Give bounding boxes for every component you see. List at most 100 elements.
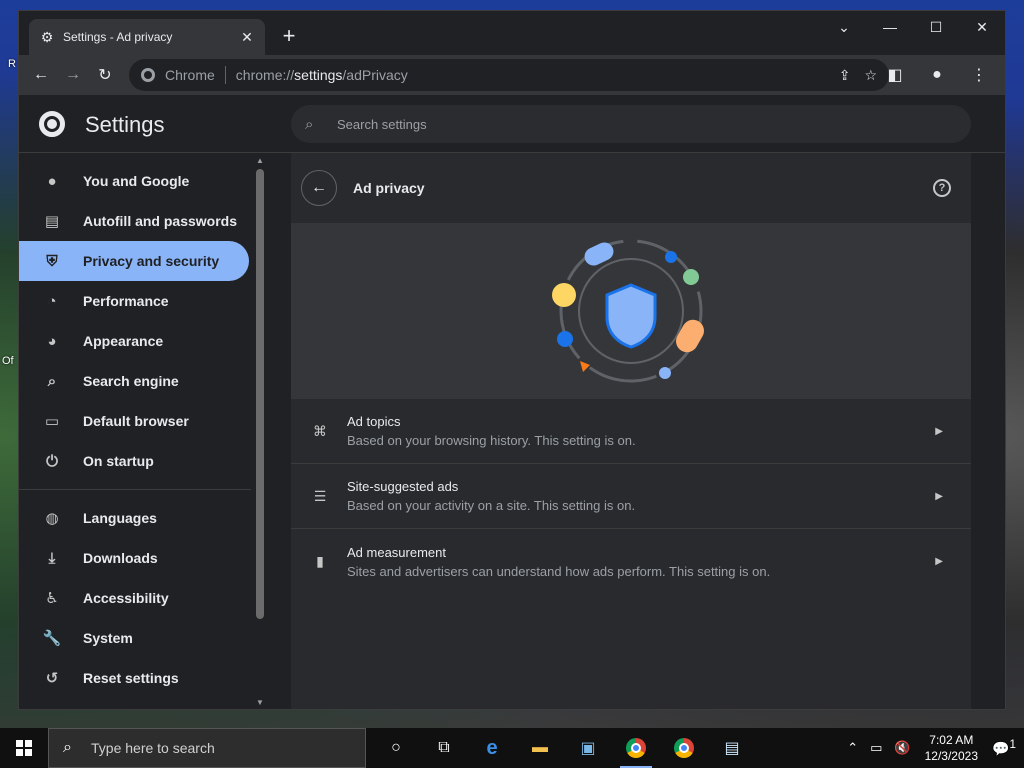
row-title: Ad measurement [347,544,446,560]
sidebar-item-privacy-and-security[interactable]: ⛨ Privacy and security [19,241,249,281]
row-text: Site-suggested ads Based on your activity… [347,479,935,513]
sidebar-item-label: Downloads [83,550,158,566]
chevron-right-icon: ▶ [935,425,943,437]
row-title: Site-suggested ads [347,479,459,494]
back-button[interactable]: ← [27,61,55,89]
task-view-icon[interactable]: ⧉ [420,728,468,768]
cortana-icon[interactable]: ○ [372,728,420,768]
site-info-chip[interactable]: Chrome [141,67,215,83]
sidebar-item-label: Search engine [83,373,179,389]
omnibox-divider [224,66,226,84]
maximize-button[interactable]: ☐ [913,11,959,43]
chevron-right-icon: ▶ [935,490,943,502]
sidebar-item-accessibility[interactable]: ♿ Accessibility [19,578,249,618]
menu-icon[interactable]: ⋮ [965,61,993,89]
power-icon: ⏻ [46,452,58,470]
sidebar-item-you-and-google[interactable]: ● You and Google [19,161,249,201]
network-icon[interactable]: ▭ [870,740,882,756]
sidebar-item-label: System [83,630,133,646]
url-text: chrome://settings/adPrivacy [235,67,408,83]
reload-button[interactable]: ↻ [91,61,119,89]
address-bar[interactable]: Chrome chrome://settings/adPrivacy ⇪ ☆ [129,59,889,91]
close-button[interactable]: ✕ [959,11,1005,43]
scroll-down-arrow-icon[interactable]: ▼ [256,699,264,707]
palette-icon: ◕ [47,332,57,350]
control-panel-icon[interactable]: ▣ [564,728,612,768]
minimize-button[interactable]: — [867,11,913,43]
clock-date: 12/3/2023 [924,749,978,763]
chrome-icon [626,738,646,758]
title-bar: ⚙ Settings - Ad privacy ✕ + ⌄ — ☐ ✕ [19,11,1005,55]
setting-row-ad-measurement[interactable]: ▮ Ad measurement Sites and advertisers can… [291,529,971,594]
search-icon: ⌕ [305,115,314,133]
sidebar-item-performance[interactable]: ◔ Performance [19,281,249,321]
checklist-icon: ☰ [313,487,327,504]
sidebar-item-label: Default browser [83,413,189,429]
chrome-taskbar-icon[interactable] [612,728,660,768]
sidebar-item-downloads[interactable]: ⤓ Downloads [19,538,249,578]
bookmark-star-icon[interactable]: ☆ [864,67,877,84]
toolbar-actions: ◧ ● ⋮ [881,61,997,89]
back-arrow-button[interactable]: ← [301,170,337,206]
sidebar-item-default-browser[interactable]: ▭ Default browser [19,401,249,441]
volume-muted-icon[interactable]: 🔇 [894,740,910,756]
shield-orbit-illustration [552,239,704,383]
bar-chart-icon: ▮ [316,553,324,569]
notification-icon[interactable]: 💬1 [992,738,1016,758]
notepad-icon[interactable]: ▤ [708,728,756,768]
ad-privacy-illustration [291,223,971,399]
chrome-icon [141,68,155,82]
sidebar-item-autofill-and-passwords[interactable]: ▤ Autofill and passwords [19,201,249,241]
sidebar-item-label: Languages [83,510,157,526]
search-icon: ⌕ [63,739,72,756]
panel-title: Ad privacy [353,180,425,196]
help-icon[interactable]: ? [933,179,951,197]
search-settings-field[interactable]: ⌕ Search settings [291,105,971,143]
sidebar-item-languages[interactable]: ◍ Languages [19,498,249,538]
window-controls: ⌄ — ☐ ✕ [821,11,1005,43]
setting-row-site-suggested-ads[interactable]: ☰ Site-suggested ads Based on your activit… [291,464,971,529]
topics-icon: ⌘ [313,422,327,439]
chrome-taskbar-icon[interactable] [660,728,708,768]
edge-icon[interactable]: e [468,728,516,768]
setting-row-ad-topics[interactable]: ⌘ Ad topics Based on your browsing history… [291,399,971,464]
ad-privacy-panel: ← Ad privacy ? ⌘ Ad topics Based on your… [291,153,971,709]
sidebar-item-appearance[interactable]: ◕ Appearance [19,321,249,361]
start-button[interactable] [0,728,48,768]
share-icon[interactable]: ⇪ [839,67,851,84]
tab-close-icon[interactable]: ✕ [239,29,255,45]
globe-icon: ◍ [45,510,59,527]
sidebar-item-on-startup[interactable]: ⏻ On startup [19,441,249,481]
sidebar-item-reset-settings[interactable]: ↺ Reset settings [19,658,249,698]
wrench-icon: 🔧 [42,630,62,647]
browser-icon: ▭ [44,413,60,430]
taskbar-search-placeholder: Type here to search [91,740,215,756]
scroll-up-arrow-icon[interactable]: ▲ [256,157,264,165]
sidebar-item-label: Reset settings [83,670,179,686]
profile-icon[interactable]: ● [923,61,951,89]
file-explorer-icon[interactable]: ▬ [516,728,564,768]
page-title: Settings [85,112,165,137]
chevron-up-icon[interactable]: ⌃ [847,740,858,756]
search-icon: ⌕ [47,372,57,390]
speedometer-icon: ◔ [47,292,57,310]
sidebar-item-label: Appearance [83,333,164,349]
tab-title: Settings - Ad privacy [63,30,173,44]
tab-settings[interactable]: ⚙ Settings - Ad privacy ✕ [29,19,265,55]
side-panel-icon[interactable]: ◧ [881,61,909,89]
tab-search-chevron-icon[interactable]: ⌄ [821,11,867,43]
sidebar-item-system[interactable]: 🔧 System [19,618,249,658]
clock-time: 7:02 AM [929,733,974,747]
sidebar-item-label: Privacy and security [83,253,220,269]
forward-button[interactable]: → [59,61,87,89]
sidebar-scrollbar[interactable]: ▲ ▼ [253,153,267,709]
sidebar-item-label: Performance [83,293,169,309]
browser-window: ⚙ Settings - Ad privacy ✕ + ⌄ — ☐ ✕ ← → … [18,10,1006,710]
sidebar-item-search-engine[interactable]: ⌕ Search engine [19,361,249,401]
taskbar-search-field[interactable]: ⌕ Type here to search [48,728,366,768]
desktop-icon-label: Of [2,355,14,367]
clock[interactable]: 7:02 AM 12/3/2023 [925,732,978,764]
chrome-logo-icon [39,111,65,137]
scroll-thumb[interactable] [256,169,264,619]
new-tab-button[interactable]: + [277,25,301,49]
